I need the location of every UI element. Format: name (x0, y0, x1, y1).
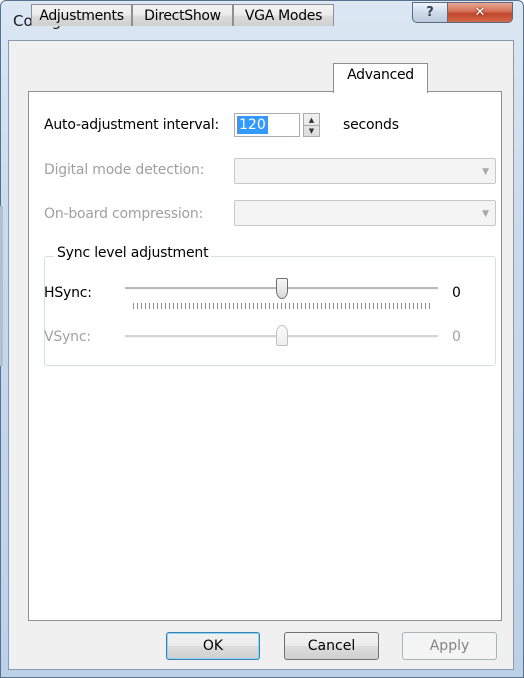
tab-label: Adjustments (39, 7, 124, 24)
close-button[interactable]: ✕ (447, 2, 513, 23)
ok-button-label: OK (202, 638, 224, 654)
digital-mode-label: Digital mode detection: (44, 162, 205, 178)
apply-button[interactable]: Apply (402, 632, 497, 660)
apply-button-label: Apply (429, 638, 470, 654)
auto-adjust-spinner[interactable]: ▲ ▼ (303, 113, 320, 137)
vsync-value: 0 (452, 329, 461, 345)
tab-label: DirectShow (144, 7, 221, 24)
tab-label: VGA Modes (244, 7, 323, 24)
sync-group-title: Sync level adjustment (54, 245, 212, 261)
ok-button[interactable]: OK (166, 632, 260, 660)
spin-down-icon: ▼ (308, 126, 315, 135)
digital-mode-select[interactable]: ▼ (234, 158, 496, 184)
vsync-slider-thumb[interactable] (275, 325, 288, 346)
tab-adjustments[interactable]: Adjustments (31, 4, 132, 26)
tab-directshow[interactable]: DirectShow (132, 4, 233, 26)
auto-adjust-value: 120 (237, 116, 268, 134)
close-icon: ✕ (474, 5, 486, 20)
tab-label: Advanced (347, 67, 414, 83)
window-edge (0, 206, 3, 366)
chevron-down-icon: ▼ (482, 167, 489, 177)
auto-adjust-unit: seconds (343, 117, 399, 133)
hsync-label: HSync: (44, 285, 92, 301)
hsync-ticks (133, 303, 431, 309)
compression-select[interactable]: ▼ (234, 200, 496, 226)
cancel-button-label: Cancel (307, 638, 356, 654)
hsync-slider-thumb[interactable] (275, 278, 288, 299)
spin-down-button[interactable]: ▼ (304, 125, 319, 136)
auto-adjust-input[interactable]: 120 (234, 113, 300, 137)
spin-up-icon: ▲ (308, 115, 315, 124)
tab-advanced[interactable]: Advanced (333, 63, 428, 93)
compression-label: On-board compression: (44, 206, 204, 222)
cancel-button[interactable]: Cancel (284, 632, 379, 660)
help-button[interactable]: ? (412, 2, 448, 23)
chevron-down-icon: ▼ (482, 209, 489, 219)
sync-level-group (44, 256, 496, 366)
tab-vga-modes[interactable]: VGA Modes (233, 4, 334, 26)
hsync-value: 0 (452, 285, 461, 301)
vsync-label: VSync: (44, 329, 91, 345)
help-icon: ? (426, 5, 434, 20)
auto-adjust-label: Auto-adjustment interval: (44, 117, 219, 133)
